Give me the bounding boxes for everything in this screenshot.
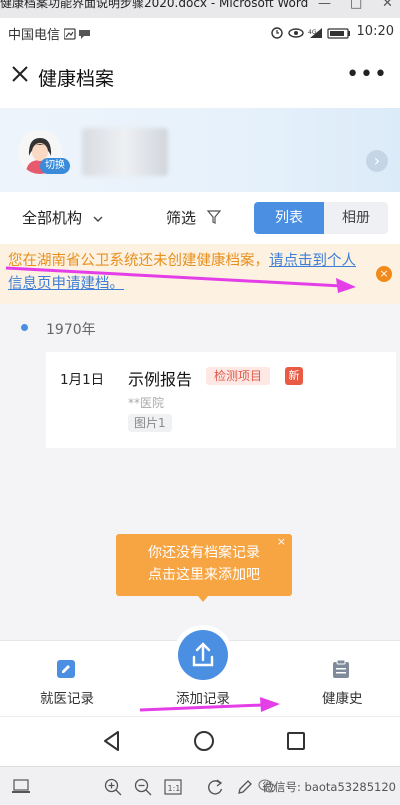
record-name: 示例报告 <box>128 370 193 389</box>
record-card[interactable]: 1月1日 示例报告 检测项目 新 **医院 图片1 <box>46 352 396 448</box>
popup-tail <box>198 596 208 602</box>
clipboard-icon <box>333 659 349 678</box>
notice-text-block: 您在湖南省公卫系统还未创建健康档案，请点击到个人信息页申请建档。 <box>8 250 364 296</box>
tab-health-history[interactable]: 健康史 <box>304 641 374 717</box>
filter-button[interactable]: 筛选 <box>166 207 222 228</box>
actual-size-icon[interactable]: 1:1 <box>164 778 182 796</box>
timeline-dot <box>21 324 28 331</box>
record-date: 1月1日 <box>60 372 105 388</box>
view-toggle: 列表 相册 <box>254 202 388 234</box>
clock: 10:20 <box>356 24 394 39</box>
filter-row: 全部机构 筛选 列表 相册 <box>0 192 400 244</box>
svg-text:1:1: 1:1 <box>168 784 181 793</box>
word-document-title: 健康档案功能界面说明步骤2020.docx - Microsoft Word <box>0 0 309 10</box>
app-titlebar: 健康档案 ••• <box>0 46 400 108</box>
all-orgs-label: 全部机构 <box>22 209 83 227</box>
chevron-down-icon <box>93 216 103 222</box>
notice-banner: 您在湖南省公卫系统还未创建健康档案，请点击到个人信息页申请建档。 × <box>0 244 400 304</box>
tab-visit-records[interactable]: 就医记录 <box>28 641 104 717</box>
album-view-tab[interactable]: 相册 <box>324 202 388 234</box>
upload-icon <box>192 642 214 667</box>
filter-label: 筛选 <box>166 209 197 227</box>
more-menu-icon[interactable]: ••• <box>346 62 388 87</box>
timeline-year: 1970年 <box>46 322 96 338</box>
funnel-icon <box>206 210 222 224</box>
status-right-icons: 4G <box>271 27 350 39</box>
popup-line-2: 点击这里来添加吧 <box>148 567 260 583</box>
tab-add-label[interactable]: 添加记录 <box>176 687 230 707</box>
zoom-in-icon[interactable] <box>104 778 122 796</box>
add-record-button[interactable] <box>178 630 228 680</box>
close-icon[interactable] <box>10 64 30 84</box>
blurred-user-name <box>82 128 168 176</box>
edit-pen-icon[interactable] <box>236 778 254 796</box>
status-notification-icons <box>64 28 90 40</box>
list-view-tab[interactable]: 列表 <box>254 202 324 234</box>
close-window-button[interactable]: ✕ <box>382 0 393 11</box>
record-image-count: 图片1 <box>128 414 172 432</box>
back-icon[interactable] <box>100 729 124 753</box>
all-orgs-dropdown[interactable]: 全部机构 <box>22 207 103 228</box>
zoom-out-icon[interactable] <box>134 778 152 796</box>
system-nav-bar <box>0 716 400 767</box>
recent-apps-icon[interactable] <box>284 729 308 753</box>
rotate-icon[interactable] <box>206 778 224 796</box>
record-tag: 检测项目 <box>206 367 271 385</box>
profile-card[interactable]: 切换 › <box>0 108 400 192</box>
minimize-button[interactable]: — <box>318 0 331 11</box>
close-popup-icon[interactable]: × <box>277 535 286 548</box>
page-view-icon[interactable] <box>12 779 32 795</box>
tab-history-label: 健康史 <box>322 691 363 707</box>
close-notice-icon[interactable]: × <box>376 266 392 282</box>
edit-icon <box>57 660 75 678</box>
tab-visit-label: 就医记录 <box>40 691 94 707</box>
wechat-watermark: 微信号: baota53285120 <box>262 780 396 794</box>
word-status-toolbar: 1:1 微信号: baota53285120 <box>0 766 400 805</box>
new-badge: 新 <box>285 367 303 385</box>
record-hospital: **医院 <box>128 396 165 410</box>
notice-text: 您在湖南省公卫系统还未创建健康档案， <box>8 253 269 269</box>
popup-line-1: 你还没有档案记录 <box>148 545 260 561</box>
carrier-label: 中国电信 <box>8 28 61 43</box>
chevron-right-icon[interactable]: › <box>366 150 388 172</box>
switch-profile-badge[interactable]: 切换 <box>40 158 70 174</box>
maximize-button[interactable]: □ <box>350 0 362 11</box>
home-icon[interactable] <box>192 729 216 753</box>
empty-hint-popup[interactable]: 你还没有档案记录 点击这里来添加吧 × <box>116 534 292 596</box>
word-window-titlebar: 健康档案功能界面说明步骤2020.docx - Microsoft Word —… <box>0 0 400 18</box>
status-bar: 中国电信 4G 10:20 <box>0 18 400 46</box>
page-title: 健康档案 <box>38 68 115 90</box>
